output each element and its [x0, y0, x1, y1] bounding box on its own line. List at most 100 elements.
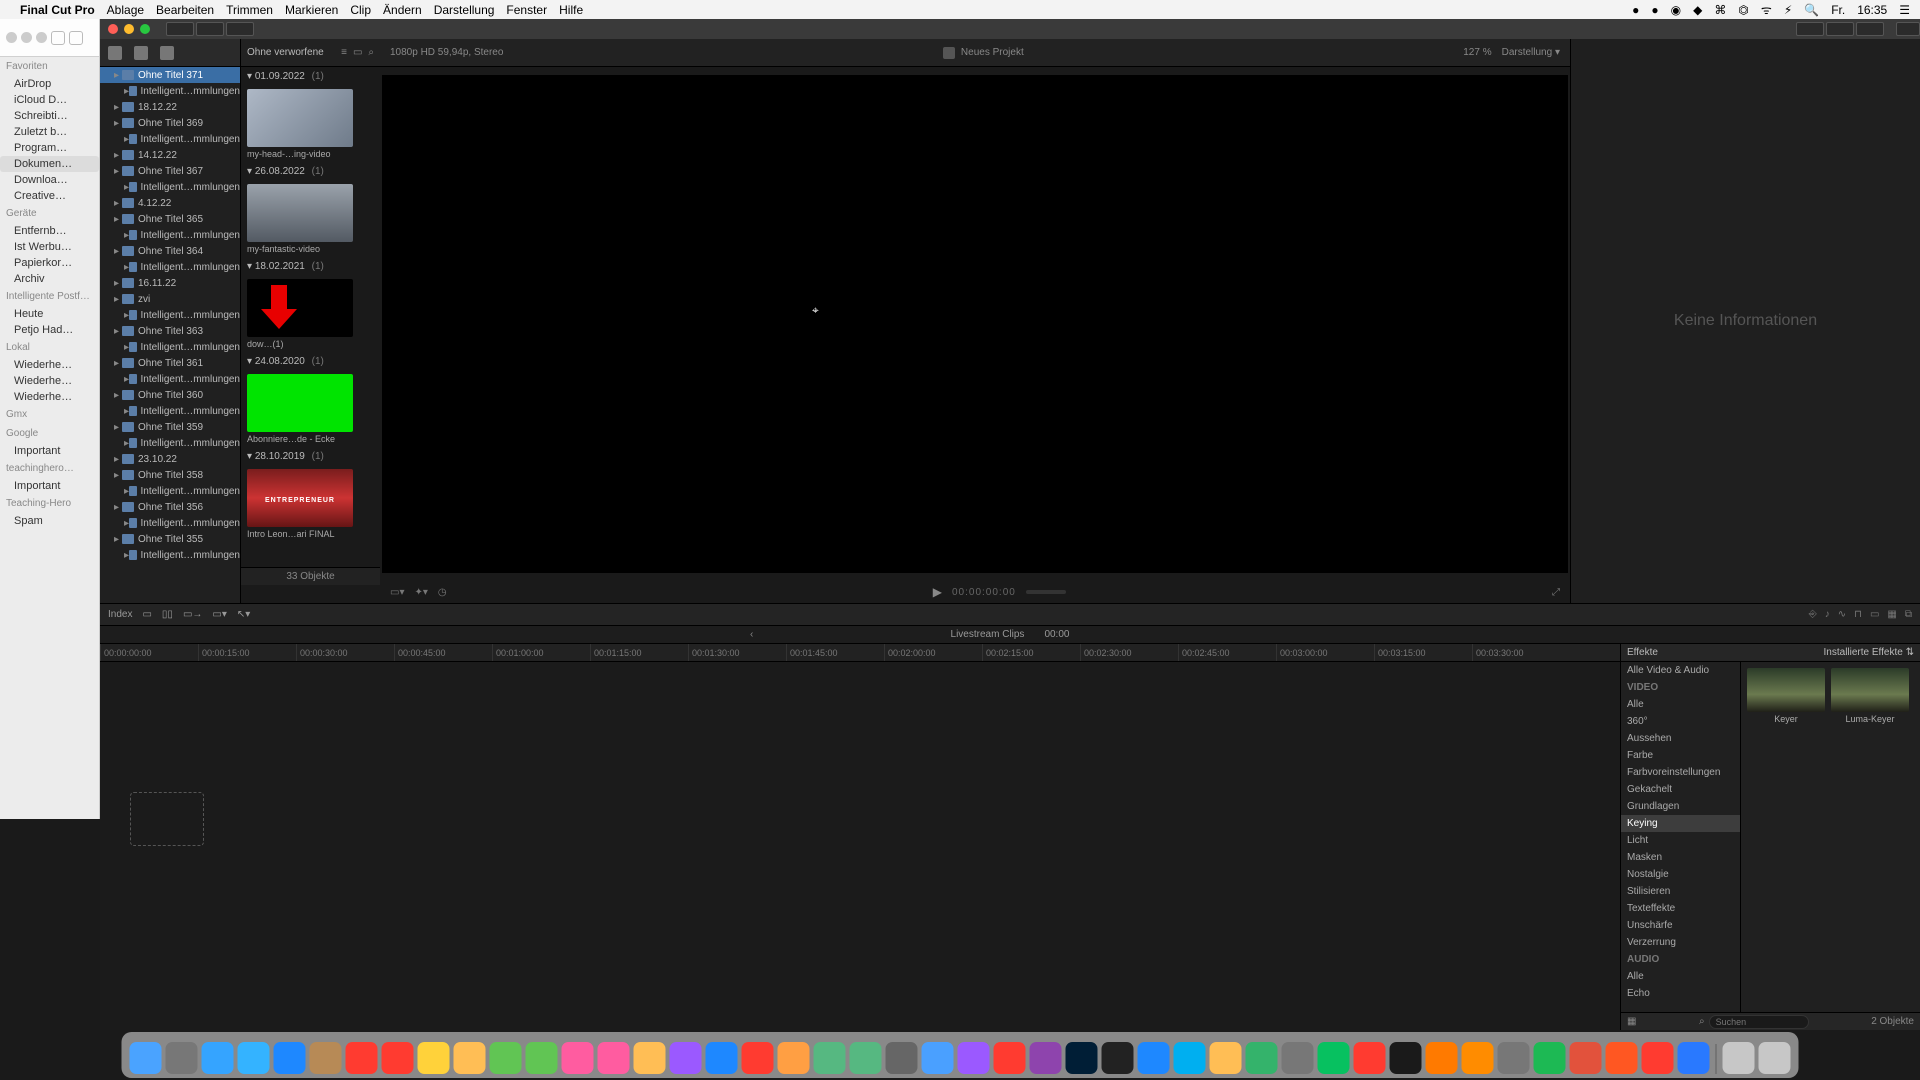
effects-mode-menu[interactable]: Installierte Effekte ⇅	[1824, 647, 1914, 658]
dock-app-reader[interactable]	[1210, 1042, 1242, 1074]
dock-app-notizen[interactable]	[382, 1042, 414, 1074]
browser-date-header[interactable]: ▾ 24.08.2020 (1)	[241, 352, 380, 371]
dock-app-numbers[interactable]	[742, 1042, 774, 1074]
effect-category[interactable]: Alle	[1621, 696, 1740, 713]
dock-app-erinnerungen[interactable]	[418, 1042, 450, 1074]
viewer-canvas[interactable]: ⌖	[382, 75, 1568, 573]
dock-app-photobooth[interactable]	[958, 1042, 990, 1074]
finder-sidebar-item[interactable]: Zuletzt b…	[0, 124, 99, 140]
skimming-icon[interactable]: ⎆	[1809, 609, 1817, 620]
library-item[interactable]: ▸Ohne Titel 365	[100, 211, 240, 227]
library-item[interactable]: ▸Ohne Titel 363	[100, 323, 240, 339]
library-item[interactable]: ▸Ohne Titel 359	[100, 419, 240, 435]
effect-category[interactable]: Unschärfe	[1621, 917, 1740, 934]
library-item[interactable]: ▸Ohne Titel 356	[100, 499, 240, 515]
finder-sidebar-item[interactable]: Wiederhe…	[0, 373, 99, 389]
dock-app-pages[interactable]	[706, 1042, 738, 1074]
timeline-ruler[interactable]: 00:00:00:0000:00:15:0000:00:30:0000:00:4…	[100, 644, 1620, 662]
dock-app-finder[interactable]	[130, 1042, 162, 1074]
menu-hilfe[interactable]: Hilfe	[559, 3, 583, 17]
list-view-icon[interactable]: ≡	[341, 47, 347, 58]
library-item[interactable]: ▸Intelligent…mmlungen	[100, 307, 240, 323]
share-button[interactable]	[1896, 22, 1920, 36]
retime-tool-icon[interactable]: ◷	[438, 587, 447, 598]
dock-app-fotos[interactable]	[562, 1042, 594, 1074]
menu-bearbeiten[interactable]: Bearbeiten	[156, 3, 214, 17]
dock-app-chrome[interactable]	[1174, 1042, 1206, 1074]
timeline[interactable]: 00:00:00:0000:00:15:0000:00:30:0000:00:4…	[100, 644, 1620, 1030]
library-item[interactable]: ▸Intelligent…mmlungen	[100, 339, 240, 355]
menubar-extra-icon[interactable]: ☰	[1899, 3, 1910, 17]
library-item[interactable]: ▸Ohne Titel 371	[100, 67, 240, 83]
effect-category[interactable]: Alle	[1621, 968, 1740, 985]
dock-app-kontakte[interactable]	[310, 1042, 342, 1074]
menu-clip[interactable]: Clip	[350, 3, 371, 17]
play-button[interactable]: ▶	[933, 585, 942, 599]
dock-app-kalender[interactable]	[346, 1042, 378, 1074]
effect-category[interactable]: Stilisieren	[1621, 883, 1740, 900]
dock-app-nachrichten[interactable]	[598, 1042, 630, 1074]
dock-app-terminal[interactable]	[1030, 1042, 1062, 1074]
dock-app-appstore[interactable]	[670, 1042, 702, 1074]
effect-category[interactable]: Licht	[1621, 832, 1740, 849]
finder-sidebar-item[interactable]: Important	[0, 478, 99, 494]
library-item[interactable]: ▸Ohne Titel 355	[100, 531, 240, 547]
menu-ändern[interactable]: Ändern	[383, 3, 422, 17]
snap-icon[interactable]: ⊓	[1854, 609, 1862, 620]
browser-date-header[interactable]: ▾ 26.08.2022 (1)	[241, 162, 380, 181]
effects-library-icon[interactable]: ▦	[1627, 1016, 1636, 1027]
effect-category[interactable]: 360°	[1621, 713, 1740, 730]
dock-app-warnung[interactable]	[1138, 1042, 1170, 1074]
statusbar-icon[interactable]: ᯤ	[1761, 1, 1772, 18]
effect-category[interactable]: Gekachelt	[1621, 781, 1740, 798]
finder-sidebar-item[interactable]: Creative…	[0, 188, 99, 204]
traffic-dot[interactable]	[36, 32, 47, 43]
library-item[interactable]: ▸Ohne Titel 358	[100, 467, 240, 483]
finder-sidebar-item[interactable]: Ist Werbu…	[0, 239, 99, 255]
finder-sidebar-item[interactable]: AirDrop	[0, 76, 99, 92]
clip-thumbnail[interactable]: my-fantastic-video	[247, 184, 374, 254]
titles-tab-icon[interactable]	[160, 46, 174, 60]
effect-category[interactable]: Nostalgie	[1621, 866, 1740, 883]
toolbar-segment[interactable]	[196, 22, 224, 36]
solo-icon[interactable]: ∿	[1838, 609, 1846, 620]
finder-sidebar-item[interactable]: Schreibti…	[0, 108, 99, 124]
back-button[interactable]	[51, 31, 65, 45]
browser-date-header[interactable]: ▾ 28.10.2019 (1)	[241, 447, 380, 466]
dock-app-brave[interactable]	[1606, 1042, 1638, 1074]
dock-app-garageband[interactable]	[922, 1042, 954, 1074]
app-name[interactable]: Final Cut Pro	[20, 3, 95, 17]
clip-thumbnail[interactable]: dow…(1)	[247, 279, 374, 349]
insert-clip-icon[interactable]: ▯▯	[162, 609, 173, 620]
browser-date-header[interactable]: ▾ 01.09.2022 (1)	[241, 67, 380, 86]
close-button[interactable]	[108, 24, 118, 34]
library-item[interactable]: ▸Intelligent…mmlungen	[100, 179, 240, 195]
library-item[interactable]: ▸Ohne Titel 360	[100, 387, 240, 403]
effect-category[interactable]: Grundlagen	[1621, 798, 1740, 815]
effect-category[interactable]: Verzerrung	[1621, 934, 1740, 951]
statusbar-icon[interactable]: ●	[1651, 3, 1658, 17]
dock-app-app[interactable]	[1570, 1042, 1602, 1074]
toolbar-segment[interactable]	[1826, 22, 1854, 36]
fullscreen-icon[interactable]: ⤢	[1552, 587, 1560, 598]
dock-app-safari[interactable]	[202, 1042, 234, 1074]
library-item[interactable]: ▸Intelligent…mmlungen	[100, 371, 240, 387]
clip-thumbnail[interactable]: Abonniere…de - Ecke	[247, 374, 374, 444]
display-menu[interactable]: Darstellung ▾	[1502, 47, 1560, 58]
forward-button[interactable]	[69, 31, 83, 45]
toolbar-segment[interactable]	[1796, 22, 1824, 36]
library-item[interactable]: ▸Intelligent…mmlungen	[100, 227, 240, 243]
dock-app-imovie[interactable]	[886, 1042, 918, 1074]
transform-tool-icon[interactable]: ▭▾	[390, 587, 404, 598]
dock-app-bildschirm[interactable]	[1066, 1042, 1098, 1074]
tools-menu-icon[interactable]: ↖▾	[237, 609, 250, 620]
library-item[interactable]: ▸Intelligent…mmlungen	[100, 435, 240, 451]
finder-sidebar-item[interactable]: Wiederhe…	[0, 357, 99, 373]
finder-sidebar-item[interactable]: Dokumen…	[0, 156, 99, 172]
effect-category[interactable]: Farbe	[1621, 747, 1740, 764]
zoom-level-menu[interactable]: 127 %	[1463, 47, 1491, 58]
dock-app-vscode[interactable]	[1354, 1042, 1386, 1074]
finder-sidebar-item[interactable]: Important	[0, 443, 99, 459]
index-button[interactable]: Index	[108, 609, 132, 620]
dock-app-mail[interactable]	[238, 1042, 270, 1074]
